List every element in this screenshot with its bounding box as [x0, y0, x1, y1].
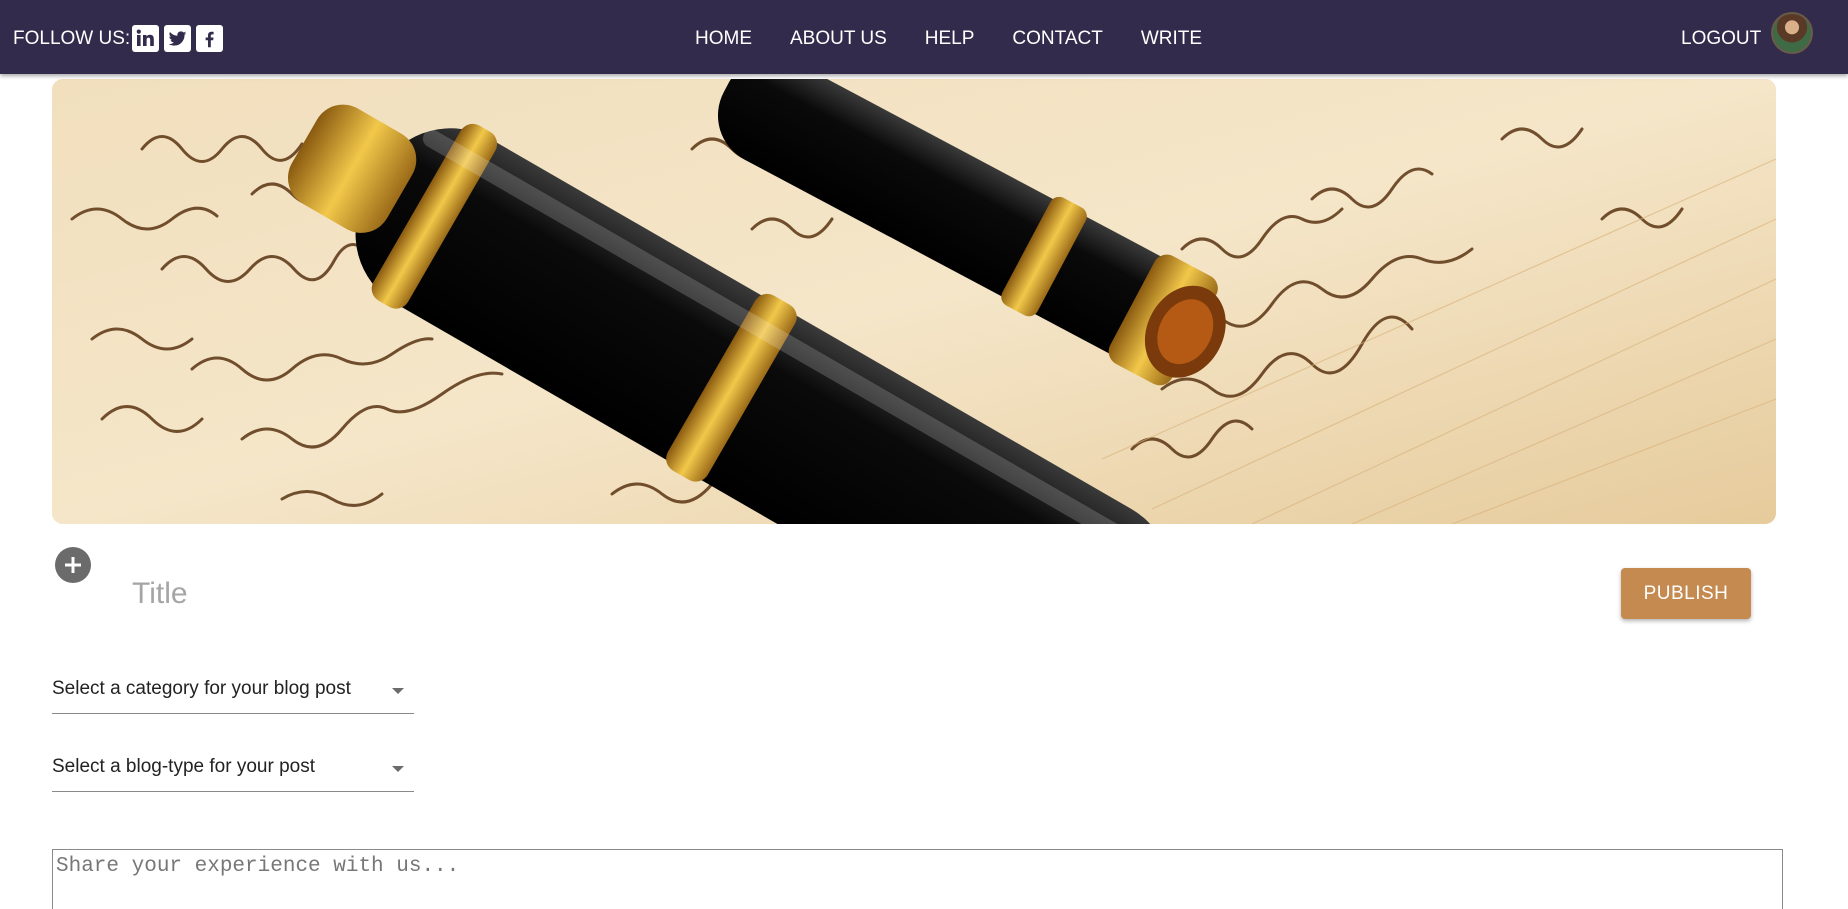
blog-type-select[interactable]: Select a blog-type for your post — [52, 750, 414, 792]
category-select-label: Select a category for your blog post — [52, 678, 351, 699]
plus-icon — [65, 557, 81, 573]
publish-button[interactable]: PUBLISH — [1621, 568, 1751, 619]
main-nav: HOME ABOUT US HELP CONTACT WRITE — [695, 28, 1202, 50]
social-links — [132, 25, 224, 52]
avatar[interactable] — [1771, 12, 1813, 54]
facebook-icon[interactable] — [196, 25, 224, 52]
linkedin-icon[interactable] — [132, 25, 160, 52]
nav-about-us[interactable]: ABOUT US — [790, 28, 887, 50]
logout-link[interactable]: LOGOUT — [1681, 28, 1761, 50]
top-navbar: FOLLOW US: HOME ABOUT US HELP CONTACT WR… — [0, 0, 1848, 74]
nav-home[interactable]: HOME — [695, 28, 752, 50]
nav-write[interactable]: WRITE — [1141, 28, 1202, 50]
nav-contact[interactable]: CONTACT — [1012, 28, 1102, 50]
category-select[interactable]: Select a category for your blog post — [52, 672, 414, 714]
follow-us-label: FOLLOW US: — [13, 27, 131, 49]
chevron-down-icon — [392, 766, 404, 772]
nav-help[interactable]: HELP — [925, 28, 975, 50]
twitter-icon[interactable] — [164, 25, 192, 52]
blog-type-select-label: Select a blog-type for your post — [52, 756, 315, 777]
hero-image — [52, 79, 1776, 524]
content-textarea[interactable] — [52, 849, 1783, 909]
add-image-button[interactable] — [55, 547, 91, 583]
follow-us: FOLLOW US: — [13, 25, 224, 52]
chevron-down-icon — [392, 688, 404, 694]
title-input[interactable] — [132, 572, 1532, 616]
